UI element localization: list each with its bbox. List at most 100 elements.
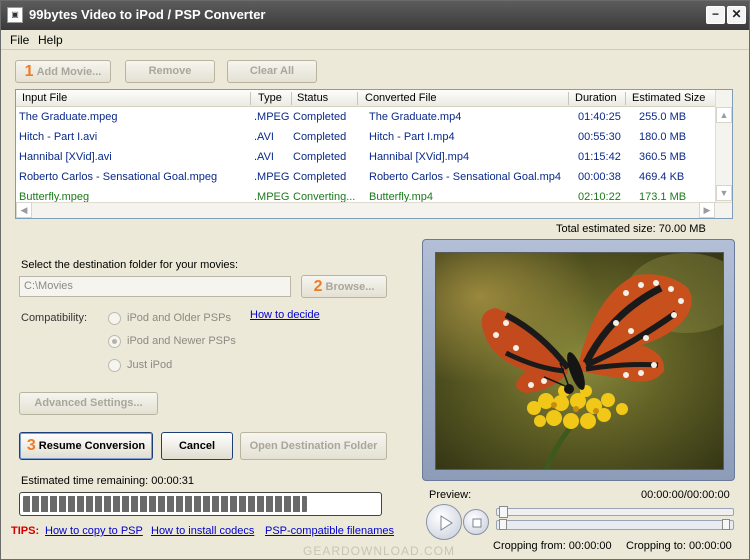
title-bar: ▣ 99bytes Video to iPod / PSP Converter … xyxy=(1,1,749,30)
cell-status: Completed xyxy=(293,171,347,183)
file-list-header: Input File Type Status Converted File Du… xyxy=(16,90,716,107)
cell-type: .AVI xyxy=(254,131,274,143)
cell-status: Completed xyxy=(293,111,347,123)
radio-just-ipod-label: Just iPod xyxy=(127,359,173,371)
col-input-file[interactable]: Input File xyxy=(22,92,67,104)
preview-time: 00:00:00/00:00:00 xyxy=(641,489,730,501)
cell-input: Hannibal [XVid].avi xyxy=(19,151,112,163)
cell-duration: 00:55:30 xyxy=(578,131,621,143)
tip-link-install-codecs[interactable]: How to install codecs xyxy=(151,525,254,537)
preview-frame xyxy=(422,239,735,481)
vertical-scrollbar[interactable]: ▲ ▼ xyxy=(715,90,732,202)
radio-newer-psps[interactable] xyxy=(108,335,121,348)
radio-older-psps-label: iPod and Older PSPs xyxy=(127,312,231,324)
col-estimated-size[interactable]: Estimated Size xyxy=(632,92,705,104)
table-row[interactable]: The Graduate.mpeg .MPEG Completed The Gr… xyxy=(16,107,716,127)
scroll-down-icon[interactable]: ▼ xyxy=(716,185,732,201)
cell-type: .MPEG xyxy=(254,111,290,123)
minimize-button[interactable]: − xyxy=(706,6,725,24)
crop-start-thumb[interactable] xyxy=(499,519,507,530)
cell-converted: Hannibal [XVid].mp4 xyxy=(369,151,470,163)
crop-end-thumb[interactable] xyxy=(722,519,730,530)
scroll-left-icon[interactable]: ◀ xyxy=(16,202,32,218)
destination-folder-input[interactable]: C:\Movies xyxy=(19,276,291,297)
add-movie-button[interactable]: 1 Add Movie... xyxy=(15,60,111,83)
cell-converted: The Graduate.mp4 xyxy=(369,111,462,123)
cropping-to: Cropping to: 00:00:00 xyxy=(626,540,732,552)
stop-button[interactable] xyxy=(463,509,489,535)
total-estimated-size: Total estimated size: 70.00 MB xyxy=(556,223,706,235)
scroll-right-icon[interactable]: ▶ xyxy=(699,202,715,218)
col-type[interactable]: Type xyxy=(258,92,282,104)
preview-image xyxy=(435,252,724,470)
window-title: 99bytes Video to iPod / PSP Converter xyxy=(29,7,266,22)
cell-status: Completed xyxy=(293,131,347,143)
add-movie-label: Add Movie... xyxy=(36,66,102,78)
col-status[interactable]: Status xyxy=(297,92,328,104)
cell-size: 255.0 MB xyxy=(639,111,687,123)
app-window: ▣ 99bytes Video to iPod / PSP Converter … xyxy=(0,0,750,560)
cancel-button[interactable]: Cancel xyxy=(161,432,233,460)
watermark: GEARDOWNLOAD.COM xyxy=(303,544,456,558)
cell-duration: 01:15:42 xyxy=(578,151,621,163)
position-slider-thumb[interactable] xyxy=(499,506,508,518)
cropping-from: Cropping from: 00:00:00 xyxy=(493,540,612,552)
conversion-progress-bar xyxy=(19,492,382,516)
cell-type: .AVI xyxy=(254,151,274,163)
how-to-decide-link[interactable]: How to decide xyxy=(250,309,320,321)
table-row[interactable]: Hannibal [XVid].avi .AVI Completed Hanni… xyxy=(16,147,716,167)
radio-older-psps[interactable] xyxy=(108,312,121,325)
tip-link-psp-filenames[interactable]: PSP-compatible filenames xyxy=(265,525,394,537)
tips-label: TIPS: xyxy=(11,525,40,537)
advanced-settings-button[interactable]: Advanced Settings... xyxy=(19,392,158,415)
estimated-time-remaining: Estimated time remaining: 00:00:31 xyxy=(21,475,195,487)
remove-button[interactable]: Remove xyxy=(125,60,215,83)
col-duration[interactable]: Duration xyxy=(575,92,617,104)
col-converted-file[interactable]: Converted File xyxy=(365,92,437,104)
cell-size: 469.4 KB xyxy=(639,171,685,183)
cell-size: 360.5 MB xyxy=(639,151,687,163)
destination-label: Select the destination folder for your m… xyxy=(21,259,239,271)
cell-duration: 01:40:25 xyxy=(578,111,621,123)
menu-file[interactable]: File xyxy=(10,33,29,47)
clear-all-button[interactable]: Clear All xyxy=(227,60,317,83)
cell-input: Hitch - Part I.avi xyxy=(19,131,98,143)
cropping-range-slider[interactable] xyxy=(496,519,734,530)
cell-input: Roberto Carlos - Sensational Goal.mpeg xyxy=(19,171,218,183)
play-icon xyxy=(440,515,453,531)
app-icon[interactable]: ▣ xyxy=(7,7,23,23)
step-number: 3 xyxy=(26,437,36,454)
compatibility-label: Compatibility: xyxy=(21,312,88,324)
cell-duration: 00:00:38 xyxy=(578,171,621,183)
cell-size: 180.0 MB xyxy=(639,131,687,143)
resume-conversion-button[interactable]: 3 Resume Conversion xyxy=(19,432,153,460)
play-button[interactable] xyxy=(426,504,462,540)
horizontal-scrollbar[interactable]: ◀ ▶ xyxy=(16,202,732,218)
progress-fill xyxy=(23,496,307,512)
stop-icon xyxy=(472,518,482,528)
table-row[interactable]: Hitch - Part I.avi .AVI Completed Hitch … xyxy=(16,127,716,147)
scroll-up-icon[interactable]: ▲ xyxy=(716,107,732,123)
open-destination-folder-button[interactable]: Open Destination Folder xyxy=(240,432,387,460)
cell-type: .MPEG xyxy=(254,171,290,183)
cell-converted: Roberto Carlos - Sensational Goal.mp4 xyxy=(369,171,561,183)
position-slider[interactable] xyxy=(496,506,734,518)
menu-help[interactable]: Help xyxy=(38,33,63,47)
radio-just-ipod[interactable] xyxy=(108,359,121,372)
menu-bar: File Help xyxy=(1,30,749,50)
butterfly-image xyxy=(436,253,723,469)
step-number: 2 xyxy=(313,278,323,295)
cell-converted: Hitch - Part I.mp4 xyxy=(369,131,455,143)
cell-input: The Graduate.mpeg xyxy=(19,111,118,123)
table-row[interactable]: Roberto Carlos - Sensational Goal.mpeg .… xyxy=(16,167,716,187)
close-button[interactable]: ✕ xyxy=(727,6,746,24)
resume-conversion-label: Resume Conversion xyxy=(38,440,146,452)
file-list[interactable]: Input File Type Status Converted File Du… xyxy=(15,89,733,219)
cell-status: Completed xyxy=(293,151,347,163)
tip-link-copy-to-psp[interactable]: How to copy to PSP xyxy=(45,525,143,537)
radio-newer-psps-label: iPod and Newer PSPs xyxy=(127,335,236,347)
browse-button[interactable]: 2 Browse... xyxy=(301,275,387,298)
step-number: 1 xyxy=(24,63,34,80)
preview-label: Preview: xyxy=(429,489,472,501)
browse-label: Browse... xyxy=(325,281,375,293)
